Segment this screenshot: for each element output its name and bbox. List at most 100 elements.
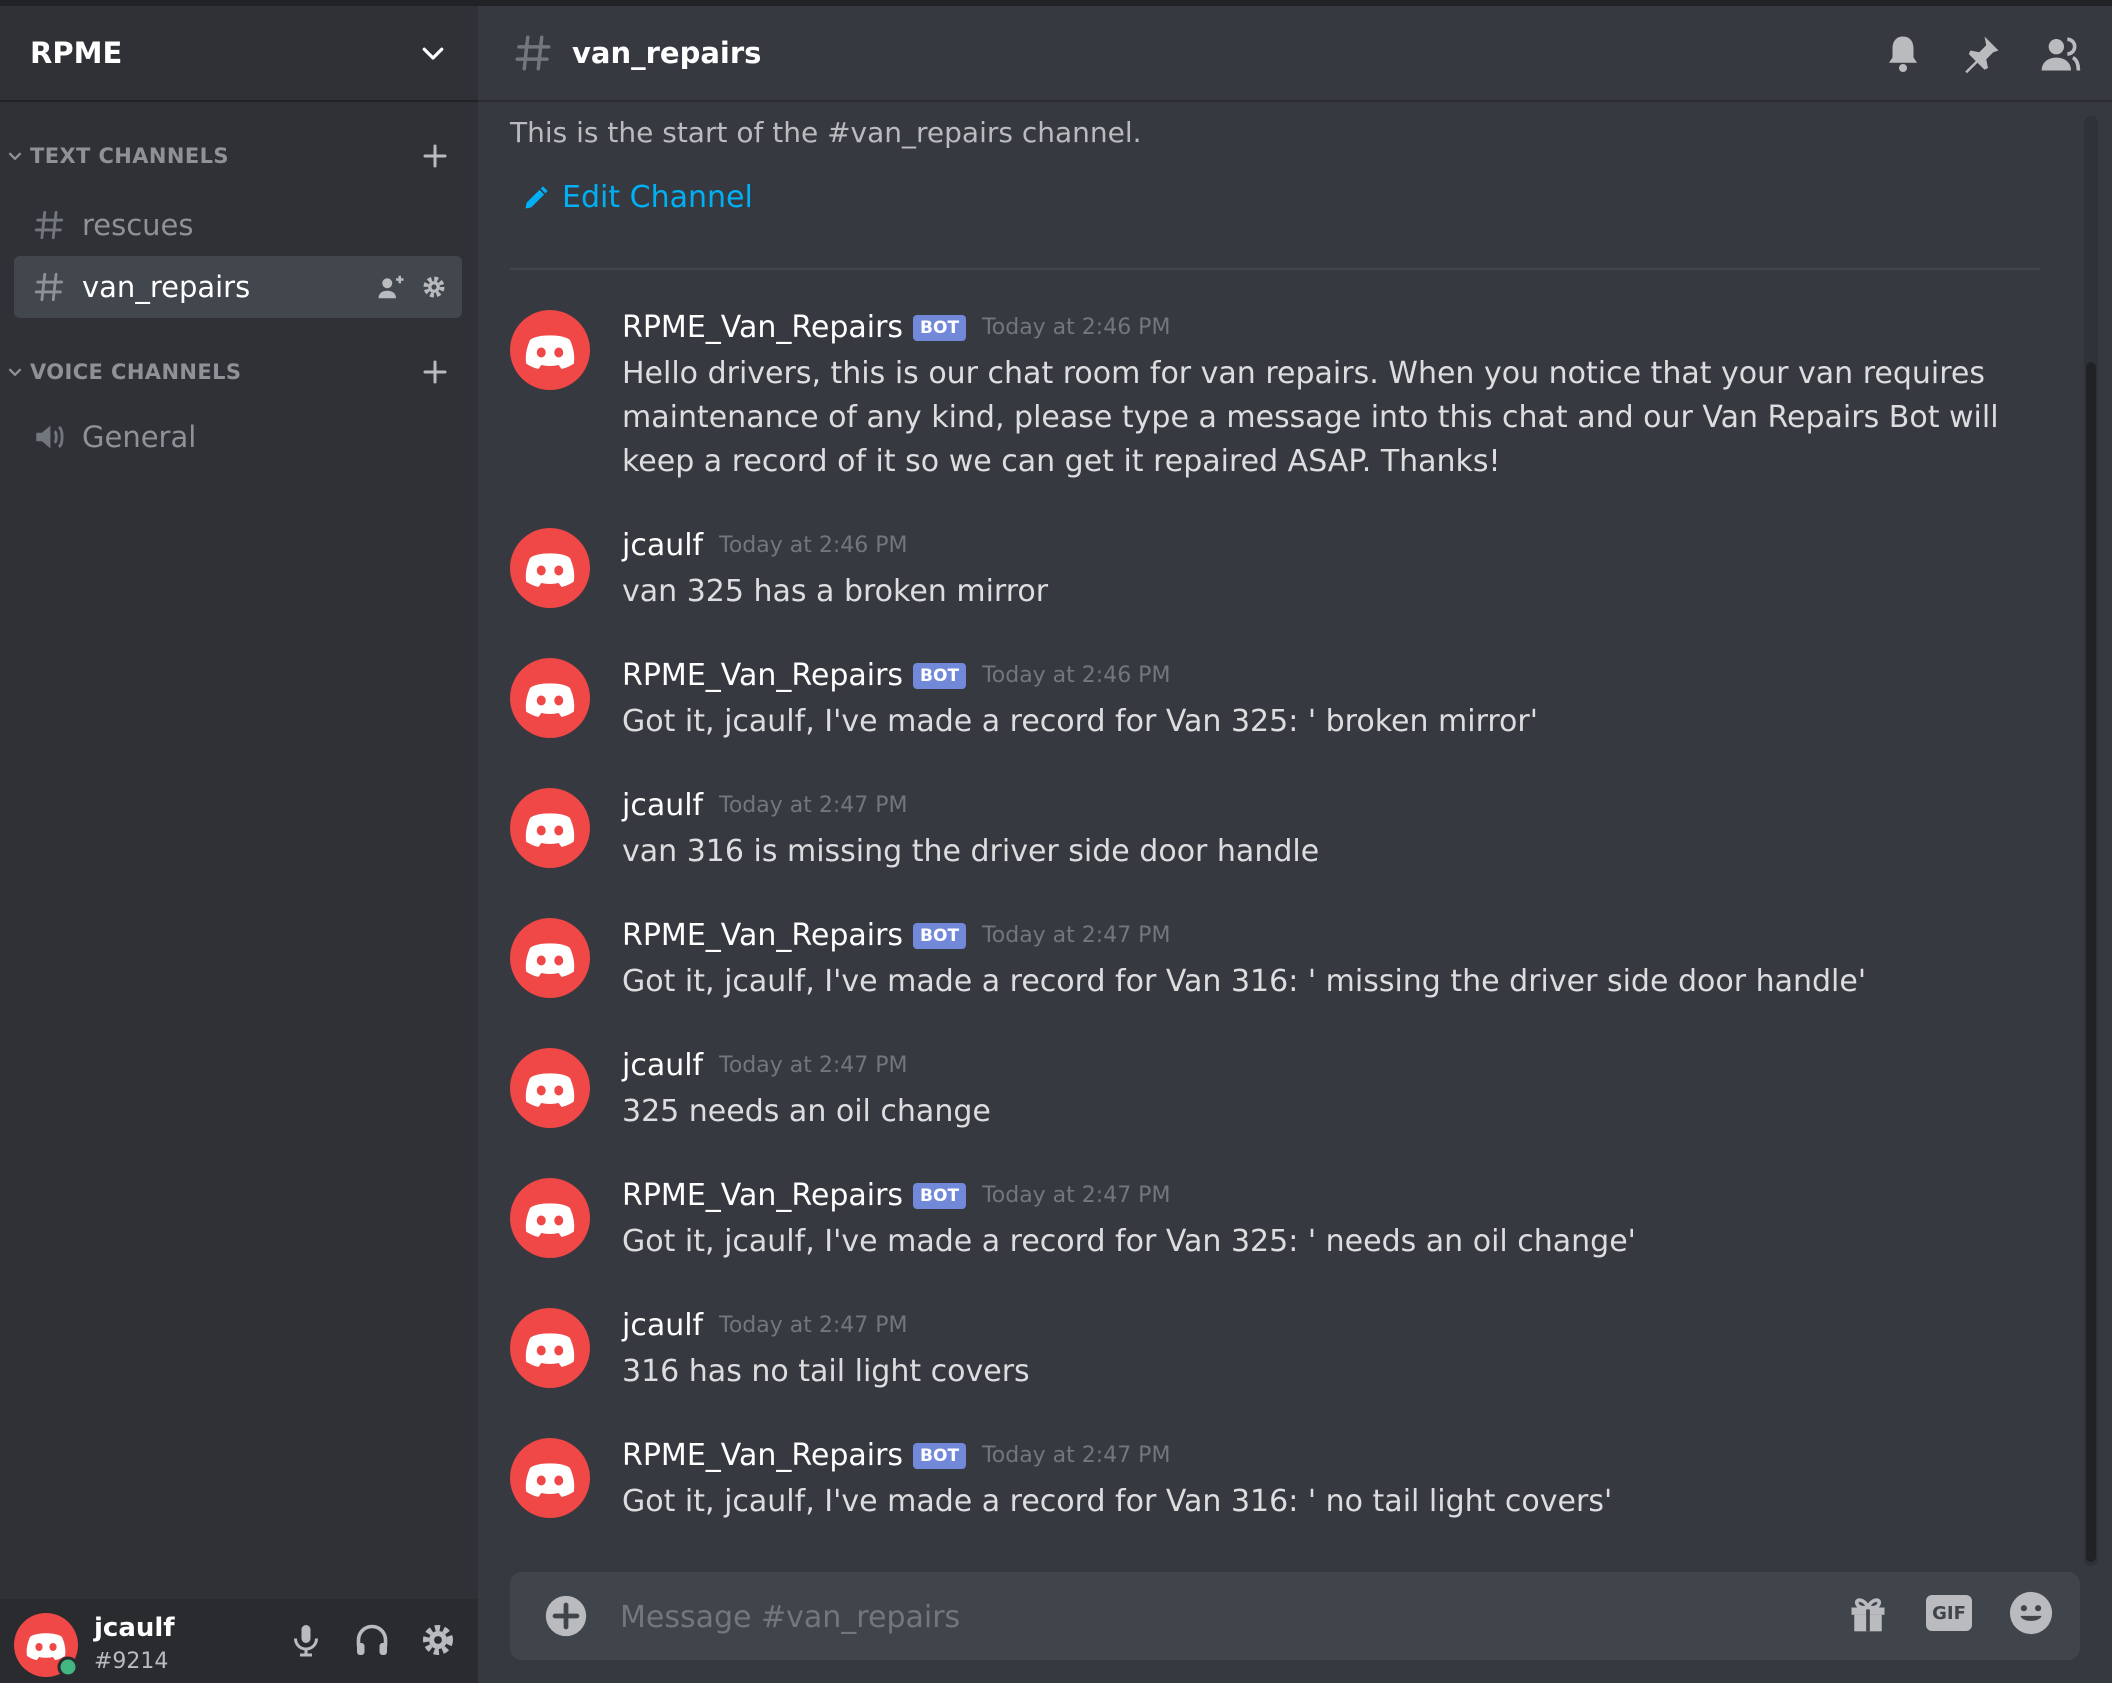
channel-settings-gear-icon[interactable] <box>420 273 448 301</box>
message-timestamp: Today at 2:47 PM <box>719 1053 908 1078</box>
speaker-icon <box>36 425 64 449</box>
server-header[interactable]: RPME <box>0 6 478 102</box>
gift-icon[interactable] <box>1846 1591 1890 1635</box>
bot-badge: BOT <box>913 662 967 689</box>
avatar[interactable] <box>510 1438 590 1518</box>
bot-badge: BOT <box>913 1442 967 1469</box>
message-content: 316 has no tail light covers <box>622 1354 1030 1389</box>
intro-divider <box>510 268 2040 270</box>
avatar[interactable] <box>510 918 590 998</box>
message-timestamp: Today at 2:46 PM <box>982 315 1171 340</box>
user-avatar[interactable] <box>14 1613 78 1677</box>
caret-down-icon <box>8 152 22 161</box>
server-name: RPME <box>30 36 123 70</box>
avatar[interactable] <box>510 528 590 608</box>
text-channel-hash-icon <box>34 272 64 302</box>
message-input[interactable] <box>618 1586 1802 1648</box>
bot-badge: BOT <box>913 314 967 341</box>
headphones-icon[interactable] <box>354 1621 390 1659</box>
avatar[interactable] <box>510 1178 590 1258</box>
message-content: Got it, jcaulf, I've made a record for V… <box>622 1224 1636 1259</box>
invite-people-icon[interactable] <box>376 272 406 302</box>
voice-channel-item-general[interactable]: General <box>14 406 462 468</box>
message-content: 325 needs an oil change <box>622 1094 991 1129</box>
message-timestamp: Today at 2:47 PM <box>982 923 1171 948</box>
online-status-dot <box>57 1656 78 1677</box>
message-author[interactable]: jcaulf <box>622 1308 703 1343</box>
message-timestamp: Today at 2:46 PM <box>982 663 1171 688</box>
message-meta: jcaulf Today at 2:46 PM <box>622 528 908 563</box>
message-content: Hello drivers, this is our chat room for… <box>622 356 1999 479</box>
message-content: Got it, jcaulf, I've made a record for V… <box>622 704 1538 739</box>
user-controls <box>288 1621 456 1659</box>
gif-icon[interactable]: GIF <box>1926 1595 1972 1631</box>
user-discriminator: #9214 <box>94 1649 169 1674</box>
category-label: TEXT CHANNELS <box>30 144 229 168</box>
user-panel: jcaulf #9214 <box>0 1599 478 1683</box>
edit-channel-label: Edit Channel <box>562 180 753 215</box>
settings-gear-icon[interactable] <box>420 1621 456 1659</box>
message-composer: GIF <box>510 1572 2080 1660</box>
message-meta: RPME_Van_Repairs BOT Today at 2:46 PM <box>622 658 1170 693</box>
members-icon[interactable] <box>2038 32 2082 76</box>
channel-item-rescues[interactable]: rescues <box>14 194 462 256</box>
message-author[interactable]: RPME_Van_Repairs <box>622 310 903 345</box>
message-timestamp: Today at 2:47 PM <box>982 1183 1171 1208</box>
category-label: VOICE CHANNELS <box>30 360 242 384</box>
channel-tools <box>376 272 448 302</box>
chat-main: van_repairs This is the start of the #va… <box>478 6 2112 1683</box>
message-author[interactable]: RPME_Van_Repairs <box>622 918 903 953</box>
channel-name: General <box>82 420 197 454</box>
channel-name: van_repairs <box>82 270 251 304</box>
message-timestamp: Today at 2:47 PM <box>719 793 908 818</box>
edit-channel-link[interactable]: Edit Channel <box>522 180 753 215</box>
message-author[interactable]: RPME_Van_Repairs <box>622 1438 903 1473</box>
avatar[interactable] <box>510 1308 590 1388</box>
chevron-down-icon[interactable] <box>418 38 448 68</box>
message-content: Got it, jcaulf, I've made a record for V… <box>622 964 1867 999</box>
caret-down-icon <box>8 368 22 377</box>
message-author[interactable]: jcaulf <box>622 528 703 563</box>
message-content: van 325 has a broken mirror <box>622 574 1049 609</box>
message-meta: RPME_Van_Repairs BOT Today at 2:47 PM <box>622 918 1170 953</box>
message-meta: RPME_Van_Repairs BOT Today at 2:46 PM <box>622 310 1170 345</box>
username: jcaulf <box>94 1613 175 1643</box>
emoji-icon[interactable] <box>2008 1590 2054 1636</box>
avatar[interactable] <box>510 1048 590 1128</box>
add-channel-plus-icon[interactable] <box>420 141 450 171</box>
add-channel-plus-icon[interactable] <box>420 357 450 387</box>
message-timestamp: Today at 2:47 PM <box>719 1313 908 1338</box>
message-content: van 316 is missing the driver side door … <box>622 834 1320 869</box>
bell-icon[interactable] <box>1882 32 1924 76</box>
channel-sidebar: RPME TEXT CHANNELS rescues van_repairs V… <box>0 6 478 1683</box>
message-meta: jcaulf Today at 2:47 PM <box>622 1308 908 1343</box>
message-meta: RPME_Van_Repairs BOT Today at 2:47 PM <box>622 1438 1170 1473</box>
message-content: Got it, jcaulf, I've made a record for V… <box>622 1484 1613 1519</box>
message-timestamp: Today at 2:47 PM <box>982 1443 1171 1468</box>
avatar[interactable] <box>510 658 590 738</box>
text-channel-hash-icon <box>34 210 64 240</box>
message-author[interactable]: jcaulf <box>622 1048 703 1083</box>
pencil-icon <box>525 185 548 208</box>
pin-icon[interactable] <box>1960 32 2002 76</box>
channel-title: van_repairs <box>572 36 762 70</box>
scrollbar-thumb[interactable] <box>2086 362 2096 1562</box>
message-meta: RPME_Van_Repairs BOT Today at 2:47 PM <box>622 1178 1170 1213</box>
channel-intro-text: This is the start of the #van_repairs ch… <box>510 116 1142 149</box>
text-channel-hash-icon <box>515 35 551 71</box>
upload-plus-icon[interactable] <box>544 1594 588 1638</box>
category-text-channels[interactable]: TEXT CHANNELS <box>8 136 468 176</box>
avatar[interactable] <box>510 788 590 868</box>
message-author[interactable]: RPME_Van_Repairs <box>622 1178 903 1213</box>
avatar[interactable] <box>510 310 590 390</box>
message-author[interactable]: RPME_Van_Repairs <box>622 658 903 693</box>
microphone-icon[interactable] <box>288 1621 324 1659</box>
composer-tools: GIF <box>1846 1590 2054 1636</box>
gif-label: GIF <box>1932 1602 1966 1624</box>
header-toolbar <box>1882 32 2082 76</box>
bot-badge: BOT <box>913 1182 967 1209</box>
channel-name: rescues <box>82 208 194 242</box>
channel-item-van-repairs[interactable]: van_repairs <box>14 256 462 318</box>
category-voice-channels[interactable]: VOICE CHANNELS <box>8 352 468 392</box>
message-author[interactable]: jcaulf <box>622 788 703 823</box>
